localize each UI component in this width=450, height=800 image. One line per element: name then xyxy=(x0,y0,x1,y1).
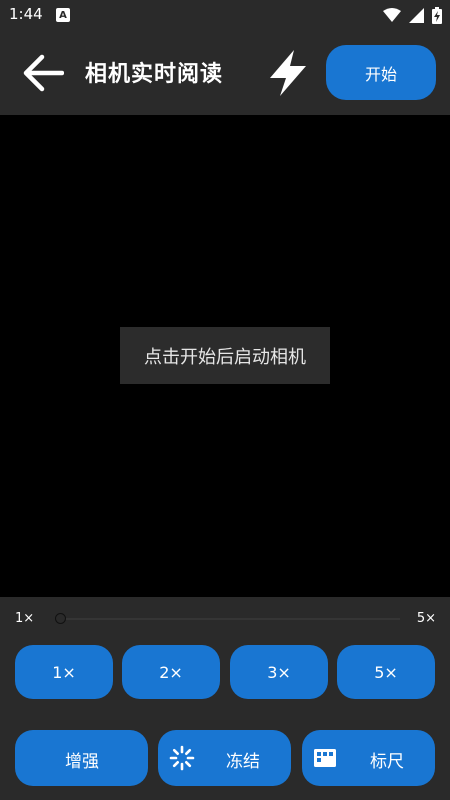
preview-hint: 点击开始后启动相机 xyxy=(120,327,330,384)
zoom-3x-button[interactable]: 3× xyxy=(230,645,328,699)
zoom-button-label: 5× xyxy=(374,662,398,682)
start-button-label: 开始 xyxy=(364,64,397,84)
grid-ruler-icon xyxy=(314,749,336,767)
page-title: 相机实时阅读 xyxy=(85,62,224,87)
zoom-5x-button[interactable]: 5× xyxy=(337,645,435,699)
arrow-left-icon[interactable] xyxy=(22,54,64,92)
battery-icon xyxy=(432,7,442,24)
zoom-button-label: 1× xyxy=(52,662,76,682)
app-bar: 相机实时阅读 开始 xyxy=(0,30,450,115)
start-button[interactable]: 开始 xyxy=(326,45,436,100)
flash-icon[interactable] xyxy=(264,48,312,98)
camera-preview[interactable]: 点击开始后启动相机 xyxy=(0,115,450,597)
zoom-min-label: 1× xyxy=(15,611,35,626)
zoom-button-label: 3× xyxy=(267,662,291,682)
enhance-button-label: 增强 xyxy=(65,752,99,772)
zoom-button-label: 2× xyxy=(159,662,183,682)
zoom-1x-button[interactable]: 1× xyxy=(15,645,113,699)
status-bar: 1:44 A xyxy=(0,0,450,30)
freeze-button-label: 冻结 xyxy=(226,752,260,772)
cell-signal-icon xyxy=(409,8,424,23)
zoom-slider-thumb[interactable] xyxy=(55,613,66,624)
loading-spinner-icon xyxy=(169,745,195,771)
freeze-button[interactable]: 冻结 xyxy=(158,730,291,786)
system-icons xyxy=(383,7,442,24)
ruler-button[interactable]: 标尺 xyxy=(302,730,435,786)
zoom-max-label: 5× xyxy=(416,611,436,626)
enhance-button[interactable]: 增强 xyxy=(15,730,148,786)
status-time: 1:44 xyxy=(9,5,43,23)
wifi-icon xyxy=(383,8,401,22)
notification-icon: A xyxy=(56,8,70,22)
ruler-button-label: 标尺 xyxy=(370,752,404,772)
zoom-slider-track[interactable] xyxy=(60,618,400,620)
zoom-2x-button[interactable]: 2× xyxy=(122,645,220,699)
